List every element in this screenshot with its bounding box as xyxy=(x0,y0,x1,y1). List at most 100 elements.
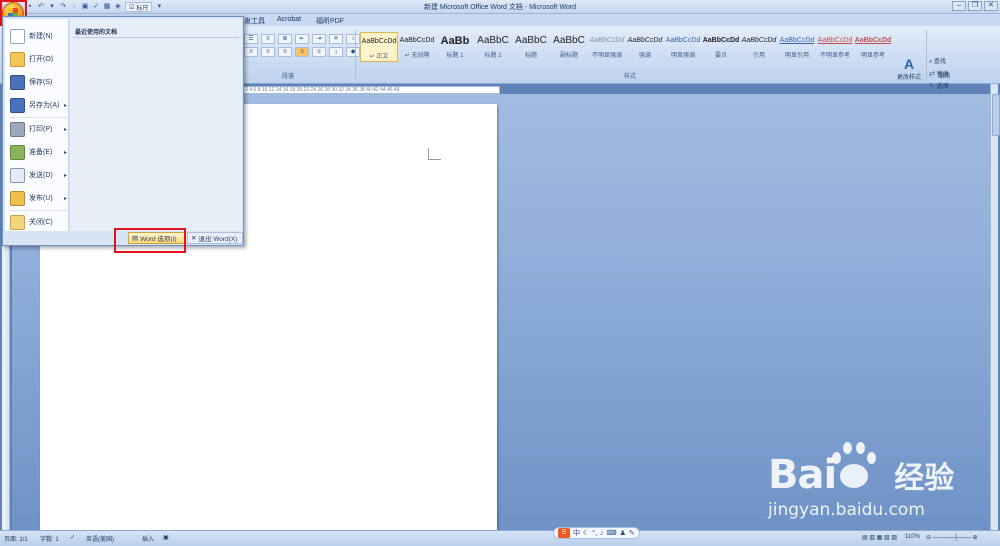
numbering-icon[interactable]: ≡ xyxy=(261,34,275,44)
zoom-level[interactable]: 110% xyxy=(905,534,920,540)
style-sample: AaBbCcDd xyxy=(741,37,777,44)
replace-button[interactable]: ⇄ 替换 xyxy=(929,69,949,78)
paragraph-group-label: 段落 xyxy=(281,74,294,80)
close-button[interactable]: ✕ xyxy=(984,1,998,11)
horizontal-ruler[interactable]: 1 2 4 6 8 10 12 14 16 18 20 22 24 26 28 … xyxy=(240,86,500,94)
send-icon xyxy=(10,167,25,183)
page-count[interactable]: 页面: 1/1 xyxy=(4,534,28,543)
menu-item-publish[interactable]: 发布(U) ▸ xyxy=(5,187,69,209)
sort-icon[interactable]: ↕ xyxy=(346,34,360,44)
group-separator xyxy=(355,30,356,80)
keyboard-icon: ⌨ xyxy=(606,530,617,537)
style-name: 明显引用 xyxy=(784,53,809,59)
tools-icon: ✎ xyxy=(628,530,635,537)
center-icon[interactable]: ≡ xyxy=(261,47,275,57)
style-sample: AaBbC xyxy=(553,35,585,46)
close-folder-icon xyxy=(10,214,25,230)
style-sample: AaBbCcDd xyxy=(854,37,892,44)
tab-foxit-pdf[interactable]: 福昕PDF xyxy=(316,16,344,26)
style-name: ↵ 正文 xyxy=(369,54,389,60)
zoom-slider[interactable]: ⊖ ─────┼─── ⊕ xyxy=(926,534,978,541)
style-sample: AaBbCcDd xyxy=(627,37,663,44)
style-sample: AaBbCcDd xyxy=(817,37,853,44)
style-no-spacing[interactable]: AaBbCcDd ↵ 无间隔 xyxy=(398,32,436,62)
style-intense-quote[interactable]: AaBbCcDd 明显引用 xyxy=(778,32,816,62)
insert-mode[interactable]: 插入 xyxy=(142,534,154,543)
menu-item-new[interactable]: 新建(N) xyxy=(5,25,69,47)
style-normal[interactable]: AaBbCcDd ↵ 正文 xyxy=(360,32,398,62)
exit-word-label: 退出 Word(X) xyxy=(198,236,238,243)
menu-item-label: 保存(S) xyxy=(29,79,53,86)
menu-item-close[interactable]: 关闭(C) xyxy=(5,211,69,233)
menu-item-open[interactable]: 打开(O) xyxy=(5,48,69,70)
style-intense-reference[interactable]: AaBbCcDd 明显参考 xyxy=(854,32,892,62)
style-name: 强调 xyxy=(638,53,651,59)
divider xyxy=(73,37,239,38)
shading-icon[interactable]: ◆ xyxy=(346,47,360,57)
print-icon xyxy=(10,121,25,137)
align-right-icon[interactable]: ≡ xyxy=(278,47,292,57)
save-as-icon xyxy=(10,97,25,113)
select-label: 选择 xyxy=(936,84,949,90)
menu-item-save-as[interactable]: 另存为(A) ▸ xyxy=(5,94,69,116)
style-emphasis[interactable]: AaBbCcDd 强调 xyxy=(626,32,664,62)
chevron-right-icon: ▸ xyxy=(63,102,67,109)
style-heading-2[interactable]: AaBbC 标题 2 xyxy=(474,32,512,62)
find-button[interactable]: ⌕ 查找 xyxy=(929,56,949,66)
language-indicator[interactable]: 英语(美国) xyxy=(86,534,114,543)
change-styles-button[interactable]: A 更改样式 xyxy=(893,56,925,81)
cursor-icon: ↖ xyxy=(929,84,936,90)
style-name: 不明显强调 xyxy=(591,53,622,59)
justify-icon[interactable]: ≡ xyxy=(295,47,309,57)
line-spacing-icon[interactable]: ↨ xyxy=(329,47,343,57)
decrease-indent-icon[interactable]: ⇤ xyxy=(295,34,309,44)
tab-developer[interactable]: 发工具 xyxy=(244,16,265,26)
menu-item-send[interactable]: 发送(D) ▸ xyxy=(5,164,69,186)
vertical-scrollbar[interactable] xyxy=(990,84,1000,530)
style-sample: AaBbC xyxy=(477,35,509,46)
office-menu: 新建(N) 打开(O) 保存(S) 另存为(A) ▸ 打印(P) ▸ 准备(E)… xyxy=(2,16,244,246)
moon-icon: ☾ xyxy=(583,530,590,537)
restore-button[interactable]: ❐ xyxy=(968,1,982,11)
close-icon: ✕ xyxy=(191,235,197,242)
menu-item-save[interactable]: 保存(S) xyxy=(5,71,69,93)
select-button[interactable]: ↖ 选择 xyxy=(929,81,949,90)
bullets-icon[interactable]: ☰ xyxy=(244,34,258,44)
style-heading-1[interactable]: AaBb 标题 1 xyxy=(436,32,474,62)
minimize-button[interactable]: – xyxy=(952,1,966,11)
recent-documents-pane: 最近使用的文档 xyxy=(70,19,242,231)
ime-toolbar[interactable]: S 中 ☾ °, ♪ ⌨ ♟ ✎ xyxy=(553,527,640,539)
exit-word-button[interactable]: ✕ 退出 Word(X) xyxy=(187,232,243,244)
style-title[interactable]: AaBbC 标题 xyxy=(512,32,550,62)
style-name: 明显强调 xyxy=(670,53,695,59)
align-left-icon[interactable]: ≡ xyxy=(244,47,258,57)
word-count[interactable]: 字数: 1 xyxy=(40,534,59,543)
style-subtle-reference[interactable]: AaBbCcDd 不明显参考 xyxy=(816,32,854,62)
style-sample: AaBbCcDd xyxy=(665,37,701,44)
menu-item-print[interactable]: 打印(P) ▸ xyxy=(5,118,69,140)
open-folder-icon xyxy=(10,51,25,67)
editing-group: ⌕ 查找 ⇄ 替换 ↖ 选择 xyxy=(929,56,949,90)
chevron-right-icon: ▸ xyxy=(63,149,67,156)
style-subtitle[interactable]: AaBbC 副标题 xyxy=(550,32,588,62)
increase-indent-icon[interactable]: ⇥ xyxy=(312,34,326,44)
tab-acrobat[interactable]: Acrobat xyxy=(277,16,301,23)
status-bar: 页面: 1/1 字数: 1 ✓ 英语(美国) 插入 ▣ ▤ ▥ ▦ ▧ ▨ 11… xyxy=(0,530,1000,546)
style-quote[interactable]: AaBbCcDd 引用 xyxy=(740,32,778,62)
style-name: ↵ 无间隔 xyxy=(404,53,430,59)
menu-item-label: 关闭(C) xyxy=(29,219,53,226)
chinese-layout-icon[interactable]: ✕ xyxy=(329,34,343,44)
menu-item-prepare[interactable]: 准备(E) ▸ xyxy=(5,141,69,163)
style-sample: AaBbCcDd xyxy=(361,38,397,45)
style-strong[interactable]: AaBbCcDd 要点 xyxy=(702,32,740,62)
macro-icon[interactable]: ▣ xyxy=(163,534,169,541)
style-sample: AaBbCcDd xyxy=(779,37,815,44)
style-sample: AaBb xyxy=(440,35,470,47)
style-intense-emphasis[interactable]: AaBbCcDd 明显强调 xyxy=(664,32,702,62)
view-buttons[interactable]: ▤ ▥ ▦ ▧ ▨ xyxy=(862,534,897,541)
distributed-icon[interactable]: ≡ xyxy=(312,47,326,57)
style-subtle-emphasis[interactable]: AaBbCcDd 不明显强调 xyxy=(588,32,626,62)
multilevel-icon[interactable]: ≣ xyxy=(278,34,292,44)
watermark-url: jingyan.baidu.com xyxy=(768,500,925,520)
proofing-icon[interactable]: ✓ xyxy=(70,534,75,541)
